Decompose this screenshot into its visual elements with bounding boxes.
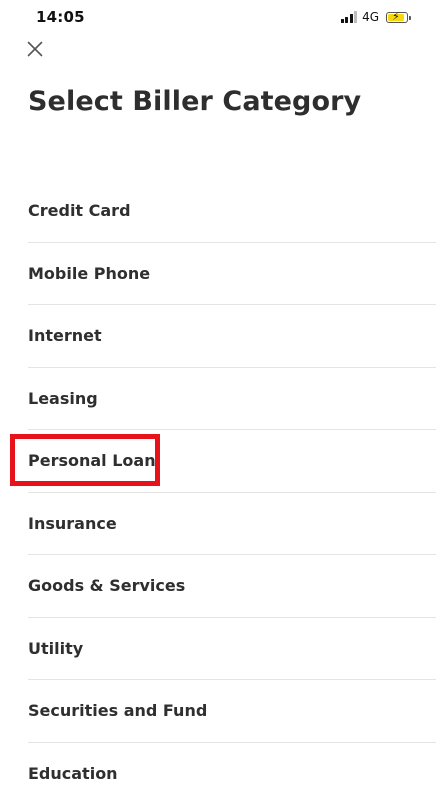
category-item-goods-services[interactable]: Goods & Services <box>28 555 436 618</box>
category-item-securities-and-fund[interactable]: Securities and Fund <box>28 680 436 743</box>
network-label: 4G <box>362 10 379 24</box>
close-icon <box>27 41 43 57</box>
category-label: Leasing <box>28 389 98 408</box>
biller-category-list: Credit Card Mobile Phone Internet Leasin… <box>0 180 436 805</box>
category-label: Goods & Services <box>28 576 185 595</box>
category-item-leasing[interactable]: Leasing <box>28 368 436 431</box>
category-item-credit-card[interactable]: Credit Card <box>28 180 436 243</box>
category-label: Internet <box>28 326 102 345</box>
category-label: Securities and Fund <box>28 701 207 720</box>
category-item-insurance[interactable]: Insurance <box>28 493 436 556</box>
category-label: Insurance <box>28 514 117 533</box>
category-label: Personal Loan <box>28 451 156 470</box>
category-item-personal-loan[interactable]: Personal Loan <box>28 430 436 493</box>
category-item-internet[interactable]: Internet <box>28 305 436 368</box>
category-label: Education <box>28 764 118 783</box>
category-item-utility[interactable]: Utility <box>28 618 436 681</box>
category-label: Mobile Phone <box>28 264 150 283</box>
status-bar: 14:05 4G ⚡ <box>0 0 436 34</box>
status-time: 14:05 <box>36 8 85 26</box>
category-item-education[interactable]: Education <box>28 743 436 805</box>
battery-charging-icon: ⚡ <box>386 12 408 23</box>
page-title: Select Biller Category <box>28 86 361 117</box>
status-indicators: 4G ⚡ <box>341 10 408 24</box>
category-label: Credit Card <box>28 201 131 220</box>
category-item-mobile-phone[interactable]: Mobile Phone <box>28 243 436 306</box>
close-button[interactable] <box>24 38 46 60</box>
signal-bars-icon <box>341 11 358 23</box>
category-label: Utility <box>28 639 83 658</box>
